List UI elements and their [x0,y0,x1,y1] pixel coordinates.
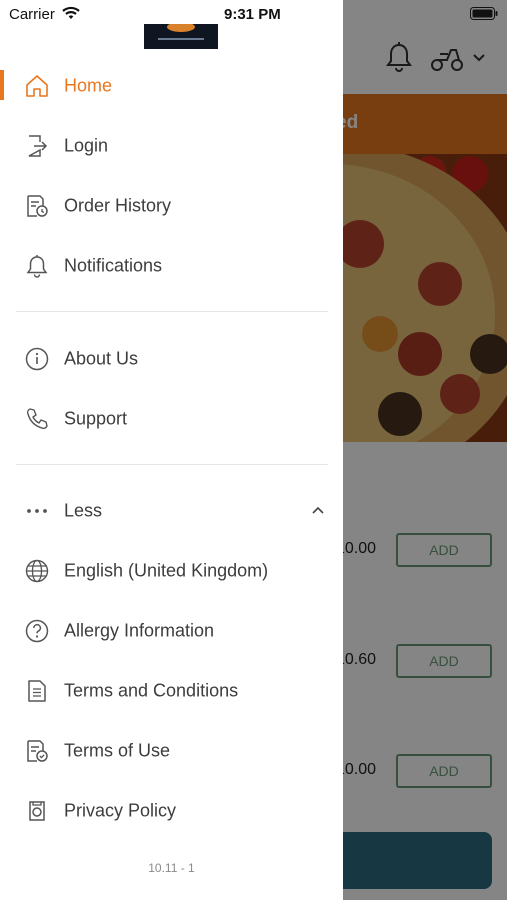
privacy-icon [24,798,50,824]
nav-item-language[interactable]: English (United Kingdom) [0,543,343,599]
nav-item-login[interactable]: Login [0,118,343,174]
nav-item-home[interactable]: Home [0,58,343,114]
info-icon [24,346,50,372]
nav-label: Order History [64,195,172,216]
nav-label: Terms of Use [64,740,171,761]
nav-label: Terms and Conditions [64,680,239,701]
nav-item-terms-and-conditions[interactable]: Terms and Conditions [0,663,343,719]
nav-label: Support [64,408,128,429]
nav-item-order-history[interactable]: Order History [0,178,343,234]
status-bar: Carrier 9:31 PM [0,0,507,26]
nav-label: English (United Kingdom) [64,560,269,581]
nav-label: About Us [64,348,139,369]
nav-label: Less [64,500,103,521]
nav-item-about-us[interactable]: About Us [0,331,343,387]
nav-item-terms-of-use[interactable]: Terms of Use [0,723,343,779]
battery-icon [470,7,498,20]
nav-item-notifications[interactable]: Notifications [0,238,343,294]
bell-icon [24,253,50,279]
chevron-up-icon [310,505,326,517]
phone-icon [24,406,50,432]
more-dots-icon [24,498,50,524]
nav-item-allergy-information[interactable]: Allergy Information [0,603,343,659]
nav-label: Login [64,135,109,156]
nav-label: Home [64,75,113,96]
nav-item-less-toggle[interactable]: Less [0,483,343,539]
nav-label: Notifications [64,255,163,276]
login-icon [24,133,50,159]
clock: 9:31 PM [224,6,281,23]
nav-item-support[interactable]: Support [0,391,343,447]
nav-label: Privacy Policy [64,800,177,821]
wifi-icon [62,6,80,20]
divider [16,311,328,312]
divider [16,464,328,465]
navigation-drawer: Home Login Order History Notifications A… [0,0,343,900]
restaurant-logo [144,24,218,49]
carrier-label: Carrier [9,6,55,23]
document-check-icon [24,738,50,764]
app-version: 10.11 - 1 [148,861,195,875]
home-icon [24,73,50,99]
nav-item-privacy-policy[interactable]: Privacy Policy [0,783,343,839]
document-icon [24,678,50,704]
nav-label: Allergy Information [64,620,215,641]
question-circle-icon [24,618,50,644]
order-history-icon [24,193,50,219]
globe-icon [24,558,50,584]
